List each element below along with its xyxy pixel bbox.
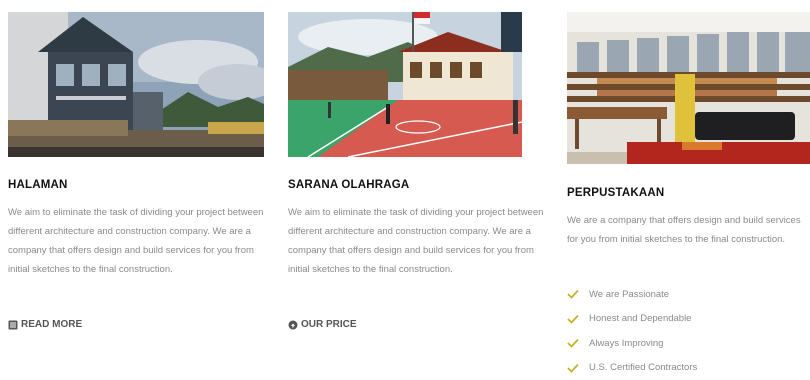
- read-more-button[interactable]: READ MORE: [8, 319, 82, 330]
- read-more-label: READ MORE: [21, 319, 82, 330]
- card-title: HALAMAN: [8, 179, 68, 191]
- feature-label: U.S. Certified Contractors: [589, 362, 697, 373]
- card-title: PERPUSTAKAAN: [567, 187, 664, 199]
- cloud-icon: [288, 320, 298, 330]
- list-item: Honest and Dependable: [567, 307, 697, 332]
- check-icon: [567, 363, 579, 373]
- check-icon: [567, 289, 579, 299]
- list-item: We are Passionate: [567, 282, 697, 307]
- feature-label: We are Passionate: [589, 289, 669, 300]
- library-photo: [567, 12, 810, 164]
- card-title: SARANA OLAHRAGA: [288, 179, 409, 191]
- feature-label: Always Improving: [589, 338, 663, 349]
- sports-court-photo: [288, 12, 522, 157]
- our-price-button[interactable]: OUR PRICE: [288, 319, 357, 330]
- list-item: U.S. Certified Contractors: [567, 356, 697, 380]
- card-description: We are a company that offers design and …: [567, 211, 807, 249]
- feature-list: We are Passionate Honest and Dependable …: [567, 282, 697, 380]
- book-icon: [8, 320, 18, 330]
- card-description: We aim to eliminate the task of dividing…: [8, 203, 264, 279]
- list-item: Always Improving: [567, 331, 697, 356]
- check-icon: [567, 314, 579, 324]
- school-building-photo: [8, 12, 264, 157]
- check-icon: [567, 338, 579, 348]
- our-price-label: OUR PRICE: [301, 319, 357, 330]
- feature-label: Honest and Dependable: [589, 313, 691, 324]
- card-description: We aim to eliminate the task of dividing…: [288, 203, 544, 279]
